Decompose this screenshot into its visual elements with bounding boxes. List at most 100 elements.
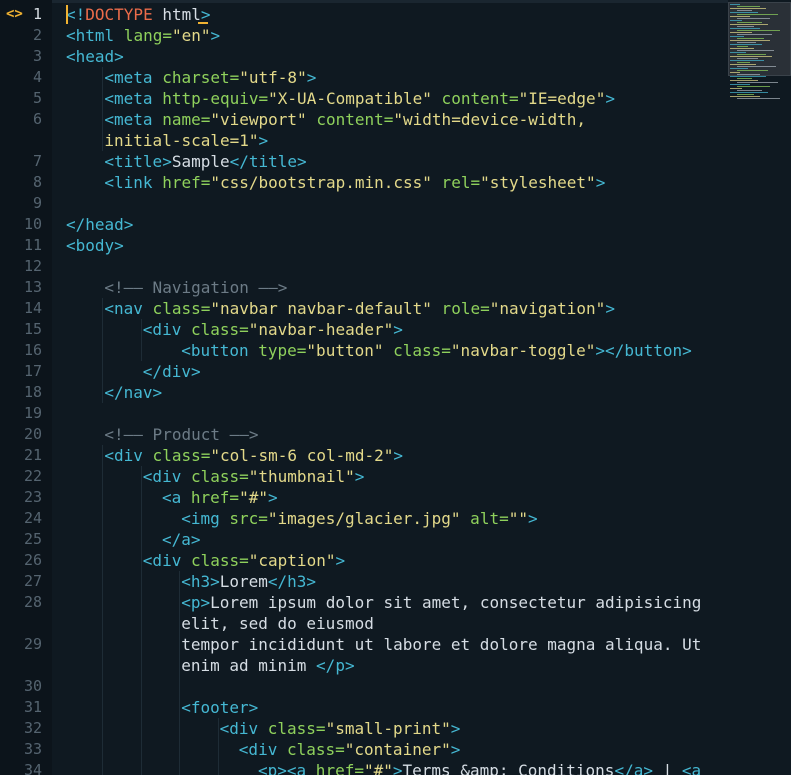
code-line[interactable]: <a href="#"> [162, 487, 278, 508]
code-line[interactable]: <head> [66, 46, 124, 67]
minimap-line [730, 4, 740, 5]
code-editor[interactable]: <> 1 2 3 4 5 6 7 8 9 10 11 12 13 14 15 16 17 18 19 20 21 22 23… [0, 0, 791, 775]
code-token: <!—— Navigation ——> [104, 278, 288, 297]
minimap-line [737, 22, 762, 23]
code-line[interactable]: initial-scale=1"> [104, 130, 268, 151]
line-number: 11 [23, 236, 42, 254]
code-token: rel= [431, 173, 481, 192]
code-token: src= [219, 509, 268, 528]
code-token: initial-scale=1" [104, 131, 259, 150]
minimap-line [730, 68, 748, 69]
code-line[interactable]: <div class="navbar-header"> [143, 319, 403, 340]
code-token: "navbar-header" [248, 320, 394, 339]
minimap-line [730, 64, 756, 65]
code-token: <footer> [181, 698, 259, 717]
line-number: 34 [23, 761, 42, 775]
minimap-line [730, 96, 760, 97]
minimap-line [730, 56, 772, 57]
minimap[interactable] [728, 0, 791, 775]
code-line[interactable]: </head> [66, 214, 133, 235]
code-token: <a [681, 761, 702, 775]
code-line[interactable]: <!—— Navigation ——> [104, 277, 287, 298]
code-token: class= [142, 299, 211, 318]
line-number: 14 [23, 299, 42, 317]
code-line[interactable]: <meta charset="utf-8"> [104, 67, 316, 88]
code-line[interactable]: </div> [143, 361, 201, 382]
line-number: 23 [23, 488, 42, 506]
code-token: </a> [162, 530, 201, 549]
minimap-line [737, 18, 770, 19]
code-line[interactable]: <div class="col-sm-6 col-md-2"> [104, 445, 403, 466]
code-line[interactable]: <html lang="en"> [66, 25, 220, 46]
code-token: "small-print" [325, 719, 451, 738]
code-token: "navbar navbar-default" [210, 299, 432, 318]
code-line[interactable]: <div class="container"> [239, 739, 461, 760]
indent-guide [140, 466, 142, 775]
code-token: "caption" [248, 551, 336, 570]
code-token: "" [508, 509, 528, 528]
code-line[interactable]: <div class="small-print"> [220, 718, 461, 739]
code-token: role= [431, 299, 490, 318]
line-number: 27 [23, 572, 42, 590]
code-token: <meta [104, 110, 153, 129]
code-line[interactable]: <button type="button" class="navbar-togg… [181, 340, 692, 361]
code-token: > [450, 719, 461, 738]
line-number: 3 [32, 47, 42, 65]
code-text-area[interactable]: <!DOCTYPE html> <html lang="en"> <head> <me… [52, 0, 728, 775]
minimap-line [730, 44, 762, 45]
code-line[interactable]: <link href="css/bootstrap.min.css" rel="… [104, 172, 605, 193]
minimap-line [737, 94, 754, 95]
code-token: Sample [171, 152, 230, 171]
code-token: </title> [229, 152, 307, 171]
code-line[interactable]: </a> [162, 529, 201, 550]
code-token: DOCTYPE [85, 5, 153, 24]
code-line[interactable]: <meta http-equiv="X-UA-Compatible" conte… [104, 88, 615, 109]
code-line[interactable]: tempor incididunt ut labore et dolore ma… [181, 634, 701, 655]
minimap-line [730, 12, 758, 13]
code-line[interactable]: <nav class="navbar navbar-default" role=… [104, 298, 615, 319]
code-token: <link [104, 173, 153, 192]
code-line[interactable]: elit, sed do eiusmod [181, 613, 374, 634]
minimap-line [737, 42, 756, 43]
minimap-line [737, 30, 780, 31]
code-line[interactable]: <body> [66, 235, 124, 256]
code-token: <p> [258, 761, 287, 775]
code-line[interactable]: <p>Lorem ipsum dolor sit amet, consectet… [181, 592, 701, 613]
line-number: 28 [23, 593, 42, 611]
code-line[interactable]: <meta name="viewport" content="width=dev… [104, 109, 586, 130]
line-number: 29 [23, 635, 42, 653]
code-line[interactable]: <footer> [181, 697, 258, 718]
line-number: 25 [23, 530, 42, 548]
code-token: > [258, 131, 269, 150]
code-token: <a [162, 488, 182, 507]
minimap-line [730, 32, 752, 33]
code-token: </a> [614, 761, 653, 775]
line-number: 31 [23, 698, 42, 716]
code-line[interactable]: enim ad minim </p> [181, 655, 354, 676]
minimap-line [730, 76, 766, 77]
code-line[interactable]: </nav> [104, 382, 162, 403]
code-line[interactable]: <img src="images/glacier.jpg" alt=""> [181, 508, 537, 529]
code-line[interactable]: <h3>Lorem</h3> [181, 571, 316, 592]
code-token: <div [142, 551, 182, 570]
code-token: "container" [344, 740, 451, 759]
code-line[interactable]: <p><a href="#">Terms &amp; Conditions</a… [258, 760, 701, 775]
minimap-line [737, 54, 766, 55]
code-line[interactable]: <!DOCTYPE html> [66, 4, 211, 25]
indent-guide [217, 718, 219, 775]
code-token: </head> [66, 215, 134, 234]
code-token: type= [248, 341, 307, 360]
minimap-line [730, 84, 750, 85]
line-number: 21 [23, 446, 42, 464]
code-token: > [210, 26, 221, 45]
code-line[interactable]: <div class="thumbnail"> [143, 466, 365, 487]
code-line[interactable]: <div class="caption"> [143, 550, 345, 571]
indent-guide [140, 319, 142, 361]
code-token: <meta [104, 89, 153, 108]
code-token: <p> [181, 593, 211, 612]
code-line[interactable]: <!—— Product ——> [104, 424, 258, 445]
code-line[interactable]: <title>Sample</title> [104, 151, 306, 172]
code-token: <a [286, 761, 307, 775]
indent-guide [102, 445, 104, 775]
code-token: class= [142, 446, 211, 465]
